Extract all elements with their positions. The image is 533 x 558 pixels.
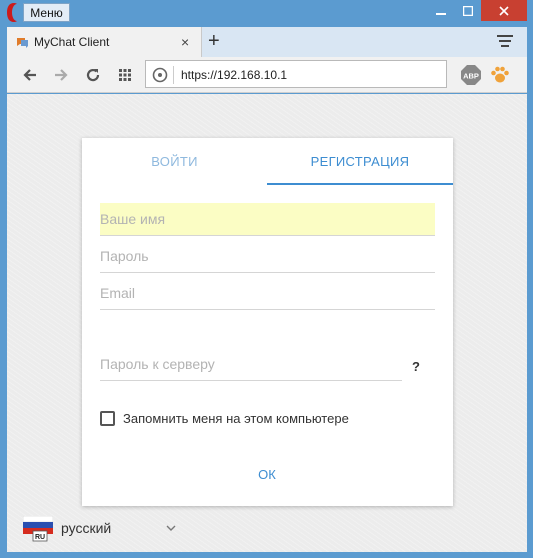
server-password-help-button[interactable]: ? <box>412 359 420 374</box>
language-selector[interactable]: RU русский <box>23 514 183 544</box>
back-icon[interactable] <box>21 66 39 84</box>
active-tab-indicator <box>267 183 453 185</box>
login-card: ВОЙТИ РЕГИСТРАЦИЯ ? Запомнить меня на эт… <box>82 138 453 506</box>
reload-icon[interactable] <box>84 66 102 84</box>
language-label: русский <box>61 520 112 536</box>
close-window-button[interactable] <box>481 0 527 21</box>
browser-toolbar: https://192.168.10.1 ABP <box>7 57 527 93</box>
tab-close-button[interactable]: × <box>181 34 189 50</box>
chevron-down-icon <box>166 525 176 531</box>
tab-login[interactable]: ВОЙТИ <box>82 138 267 185</box>
adblock-label: ABP <box>463 72 479 81</box>
opera-logo-icon <box>7 3 17 22</box>
speed-dial-icon[interactable] <box>116 66 134 84</box>
forward-icon[interactable] <box>52 66 70 84</box>
maximize-icon <box>463 5 473 16</box>
adblock-plus-icon[interactable]: ABP <box>460 64 482 86</box>
site-info-icon[interactable] <box>152 67 168 83</box>
server-password-input[interactable] <box>100 348 402 381</box>
minimize-icon <box>436 12 446 15</box>
remember-checkbox[interactable] <box>100 411 115 426</box>
flag-code: RU <box>35 534 45 541</box>
password-input[interactable] <box>100 240 435 273</box>
remember-me[interactable]: Запомнить меня на этом компьютере <box>100 411 349 426</box>
russia-flag-icon: RU <box>23 516 53 542</box>
address-separator <box>173 66 174 84</box>
paw-extension-icon[interactable] <box>489 64 511 86</box>
page-viewport: ВОЙТИ РЕГИСТРАЦИЯ ? Запомнить меня на эт… <box>7 94 527 552</box>
window-bottom-frame <box>0 552 533 558</box>
tab-register[interactable]: РЕГИСТРАЦИЯ <box>267 138 453 185</box>
tab-menu-icon[interactable] <box>497 34 513 48</box>
name-input[interactable] <box>100 203 435 236</box>
close-icon <box>499 5 509 16</box>
ok-button[interactable]: ОК <box>247 464 287 484</box>
tab-title: MyChat Client <box>34 35 110 49</box>
mychat-favicon-icon <box>17 38 28 48</box>
maximize-button[interactable] <box>457 0 479 21</box>
auth-tabs: ВОЙТИ РЕГИСТРАЦИЯ <box>82 138 453 185</box>
address-url[interactable]: https://192.168.10.1 <box>181 68 287 82</box>
browser-menu-button[interactable]: Меню <box>23 3 70 22</box>
minimize-button[interactable] <box>430 0 452 21</box>
new-tab-button[interactable]: + <box>208 30 220 53</box>
browser-tab[interactable]: MyChat Client × <box>7 27 202 57</box>
email-input[interactable] <box>100 277 435 310</box>
address-bar[interactable]: https://192.168.10.1 <box>145 60 447 88</box>
window-titlebar: Меню <box>0 0 533 27</box>
remember-label: Запомнить меня на этом компьютере <box>123 411 349 426</box>
tab-strip: MyChat Client × + <box>7 27 527 57</box>
